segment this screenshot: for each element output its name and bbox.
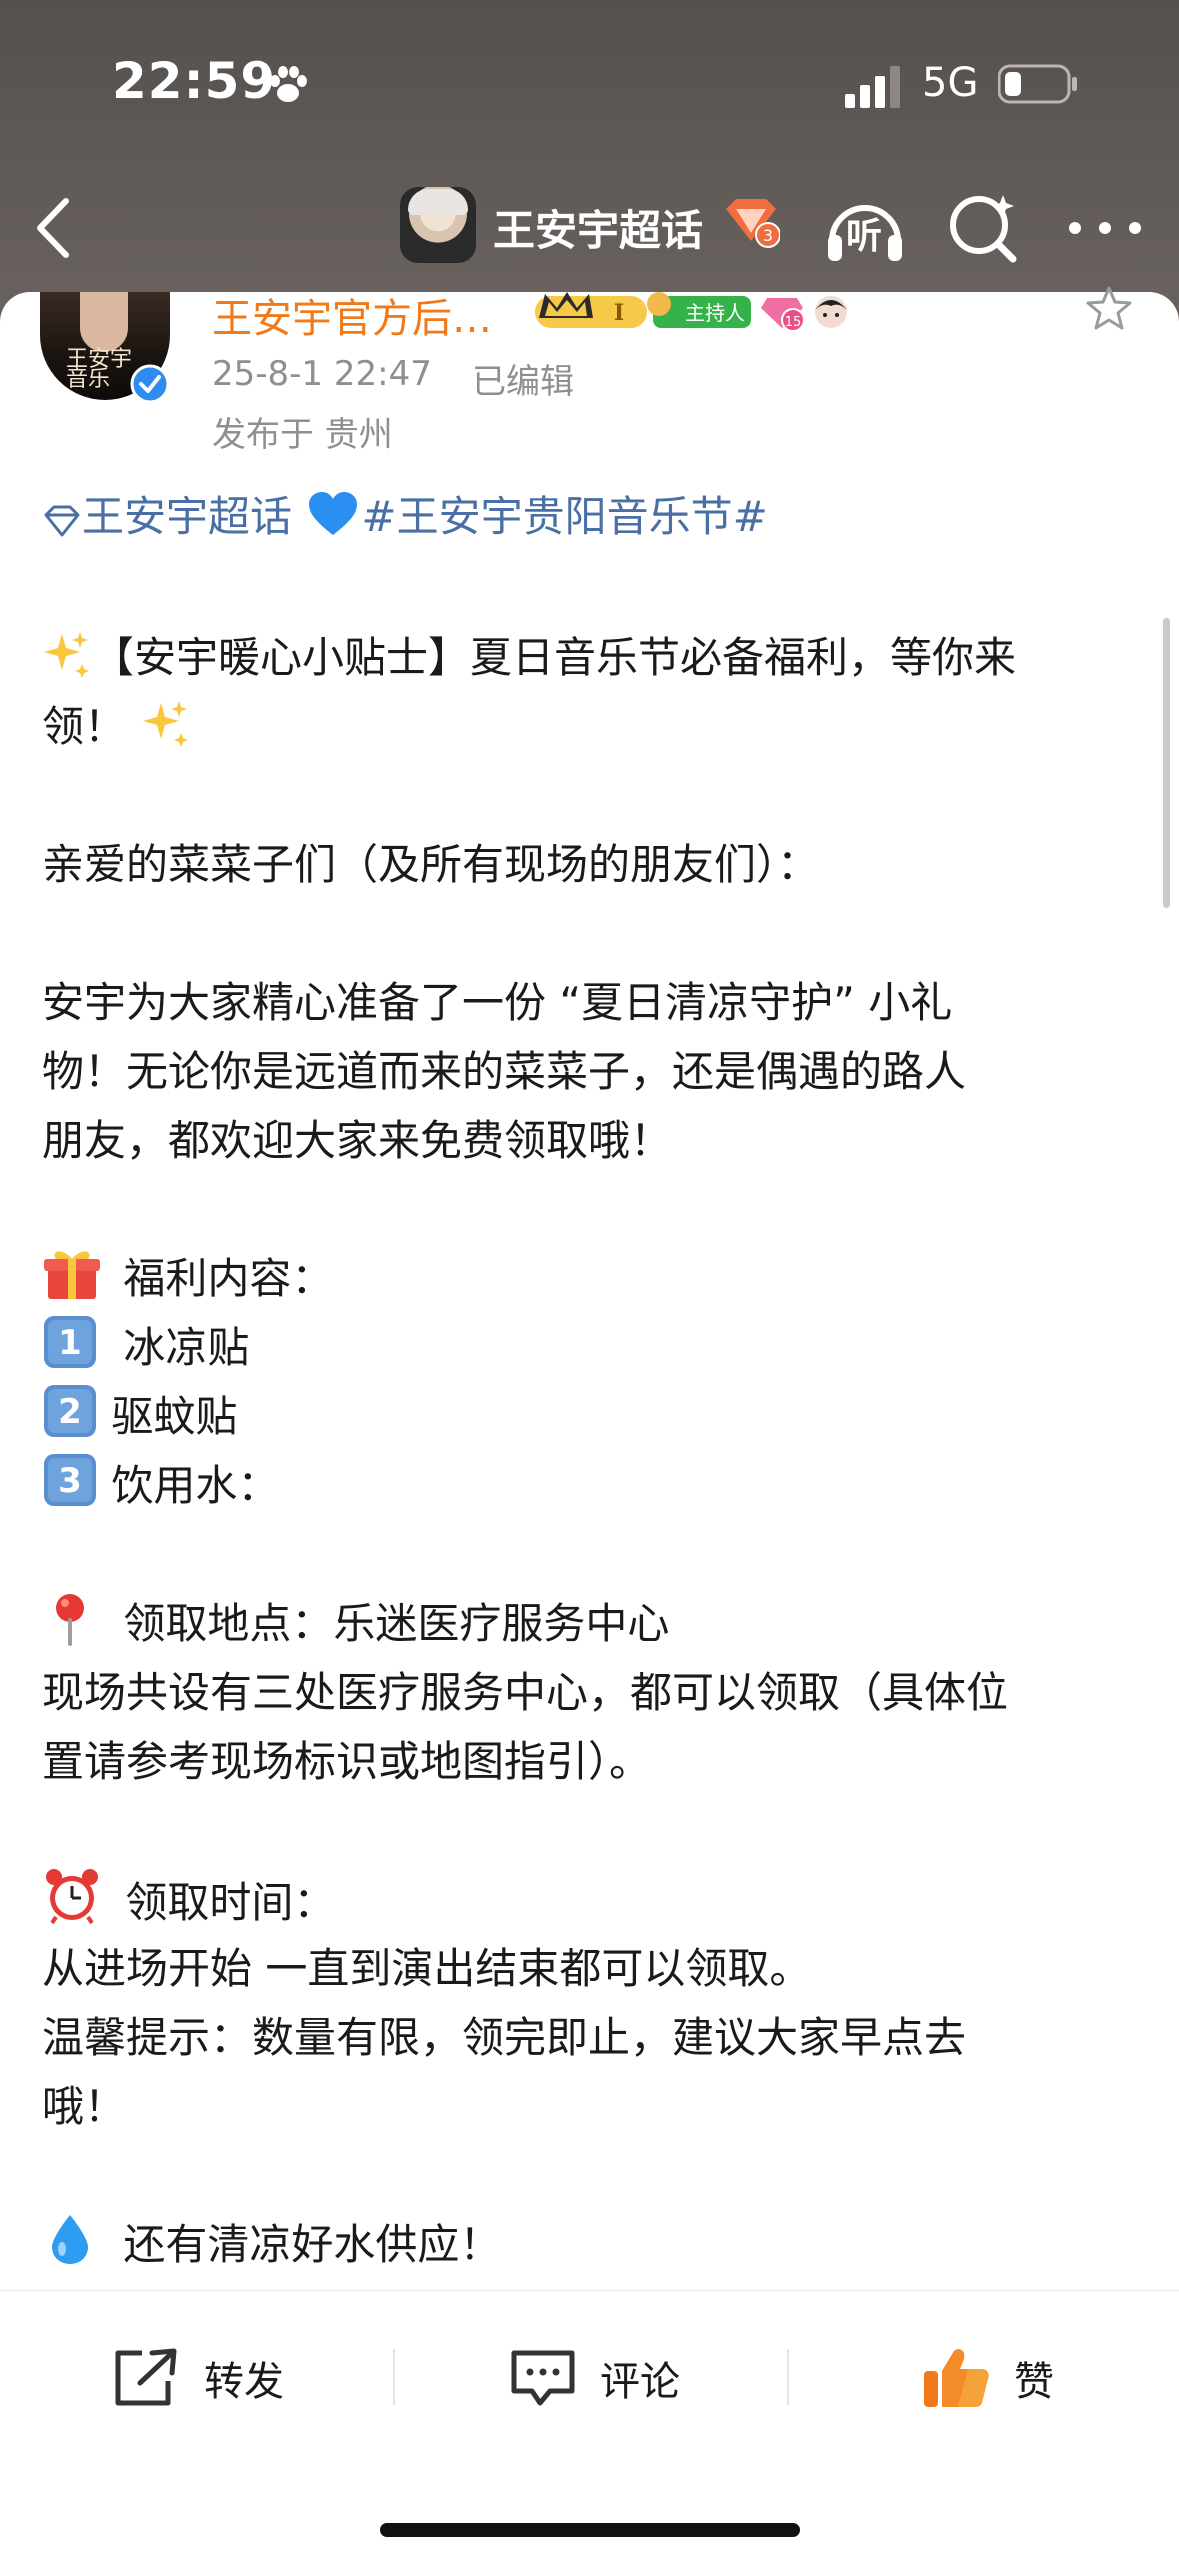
keycap-3-text: 3 xyxy=(58,1461,82,1501)
action-divider xyxy=(393,2349,395,2405)
water-text: 还有清凉好水供应！ xyxy=(123,2220,502,2269)
paragraph-line-1: 安宇为大家精心准备了一份 “夏日清凉守护” 小礼 xyxy=(42,978,953,1027)
search-icon[interactable] xyxy=(945,189,1021,265)
more-icon[interactable] xyxy=(1065,213,1145,243)
heading-line-1: 【安宇暖心小贴士】夏日音乐节必备福利，等你来 xyxy=(42,623,1142,692)
network-label: 5G xyxy=(922,60,979,106)
content-fade xyxy=(0,2270,1179,2292)
benefit-item-3: 3 饮用水： xyxy=(42,1451,1142,1520)
host-badge-text: 主持人 xyxy=(685,301,745,325)
benefits-title: 福利内容： xyxy=(123,1254,334,1303)
blue-heart-icon xyxy=(309,492,358,535)
water-line: 还有清凉好水供应！ xyxy=(42,2210,1142,2279)
star-icon[interactable] xyxy=(1085,284,1133,332)
top-navigation: 王安宇超话 3 听 xyxy=(0,175,1179,295)
home-indicator[interactable] xyxy=(380,2523,800,2537)
paragraph-line-3: 朋友，都欢迎大家来免费领取哦！ xyxy=(42,1116,673,1165)
status-time: 22:59 xyxy=(112,52,277,110)
comment-button[interactable]: 评论 xyxy=(508,2343,680,2413)
supertopic-link[interactable]: 王安宇超话 xyxy=(82,492,292,541)
level-badge-text: I xyxy=(614,300,624,326)
keycap-1-text: 1 xyxy=(58,1323,82,1363)
author-name[interactable]: 王安宇官方后… xyxy=(212,286,492,344)
alarm-clock-icon xyxy=(46,1869,98,1925)
benefit-item-3-text: 饮用水： xyxy=(111,1461,280,1510)
paragraph-line-2: 物！无论你是远道而来的菜菜子，还是偶遇的路人 xyxy=(42,1047,967,1096)
heading-line-2: 领！ xyxy=(42,692,1142,761)
time-title-line: 领取时间： xyxy=(42,1865,1142,1937)
forward-button[interactable]: 转发 xyxy=(112,2343,284,2413)
post-timestamp: 25-8-1 22:47 xyxy=(212,354,432,394)
heading-text-2: 领！ xyxy=(42,702,127,751)
gift-icon xyxy=(44,1251,100,1299)
tip-line-2: 哦！ xyxy=(42,2082,127,2131)
like-button[interactable]: 赞 xyxy=(922,2343,1054,2413)
scrollbar[interactable] xyxy=(1163,618,1170,908)
pin-icon xyxy=(56,1594,84,1646)
keycap-1-icon: 1 xyxy=(44,1316,96,1368)
signal-icon xyxy=(845,66,900,108)
sparkles-icon xyxy=(143,701,189,747)
like-label: 赞 xyxy=(1014,2359,1054,2405)
hashtag-link[interactable]: #王安宇贵阳音乐节# xyxy=(361,492,767,541)
thumbs-up-icon xyxy=(924,2349,989,2407)
location-title: 领取地点：乐迷医疗服务中心 xyxy=(123,1599,670,1648)
time-desc-line: 从进场开始 一直到演出结束都可以领取。 xyxy=(42,1944,812,1993)
sparkles-icon xyxy=(44,632,89,678)
time-title: 领取时间： xyxy=(125,1878,336,1927)
keycap-2-text: 2 xyxy=(58,1392,82,1432)
benefit-item-2: 2 驱蚊贴 xyxy=(42,1382,1142,1451)
location-desc-line-1: 现场共设有三处医疗服务中心，都可以领取（具体位 xyxy=(42,1668,1009,1717)
comment-label: 评论 xyxy=(600,2359,680,2405)
keycap-3-icon: 3 xyxy=(44,1454,96,1506)
status-bar: 22:59 5G xyxy=(0,0,1179,175)
user-medals: I 主持人 15 xyxy=(535,292,847,332)
fans-level-text: 15 xyxy=(785,315,802,330)
post-location: 发布于 贵州 xyxy=(212,415,393,455)
comment-icon xyxy=(511,2350,575,2406)
listen-label: 听 xyxy=(846,216,883,257)
vip-crown-icon: I xyxy=(535,292,647,328)
benefit-item-1-text: 冰凉贴 xyxy=(123,1323,250,1372)
battery-icon xyxy=(998,64,1077,104)
page-title[interactable]: 王安宇超话 xyxy=(493,197,703,258)
host-badge: 主持人 xyxy=(647,292,751,328)
topic-line: 王安宇超话 #王安宇贵阳音乐节# xyxy=(42,482,1142,551)
cartoon-avatar-icon xyxy=(815,296,847,328)
svg-text:3: 3 xyxy=(763,226,773,245)
paw-icon xyxy=(270,66,307,102)
bottom-action-bar: 转发 评论 赞 xyxy=(0,2290,1179,2557)
diamond-level-icon: 3 xyxy=(726,199,780,248)
back-arrow-icon[interactable] xyxy=(30,193,80,263)
tip-line-1: 温馨提示：数量有限，领完即止，建议大家早点去 xyxy=(42,2013,967,2062)
heading-text-1: 【安宇暖心小贴士】夏日音乐节必备福利，等你来 xyxy=(92,633,1017,682)
forward-icon xyxy=(115,2348,177,2406)
verified-icon xyxy=(130,364,170,404)
keycap-2-icon: 2 xyxy=(44,1385,96,1437)
location-desc-line-2: 置请参考现场标识或地图指引）。 xyxy=(42,1737,652,1786)
listen-button[interactable]: 听 xyxy=(822,185,908,271)
benefits-title-line: 福利内容： xyxy=(42,1244,1142,1313)
supertopic-diamond-icon xyxy=(44,505,80,537)
greeting-line: 亲爱的菜菜子们（及所有现场的朋友们）： xyxy=(42,840,820,889)
edited-label[interactable]: 已编辑 xyxy=(472,354,574,403)
fans-level-icon: 15 xyxy=(761,298,805,332)
benefit-item-2-text: 驱蚊贴 xyxy=(111,1392,238,1441)
location-title-line: 领取地点：乐迷医疗服务中心 xyxy=(42,1589,1142,1658)
supertopic-avatar[interactable] xyxy=(400,187,476,263)
droplet-icon xyxy=(52,2215,88,2264)
forward-label: 转发 xyxy=(204,2359,284,2405)
action-divider xyxy=(787,2349,789,2405)
benefit-item-1: 1 冰凉贴 xyxy=(42,1313,1142,1382)
